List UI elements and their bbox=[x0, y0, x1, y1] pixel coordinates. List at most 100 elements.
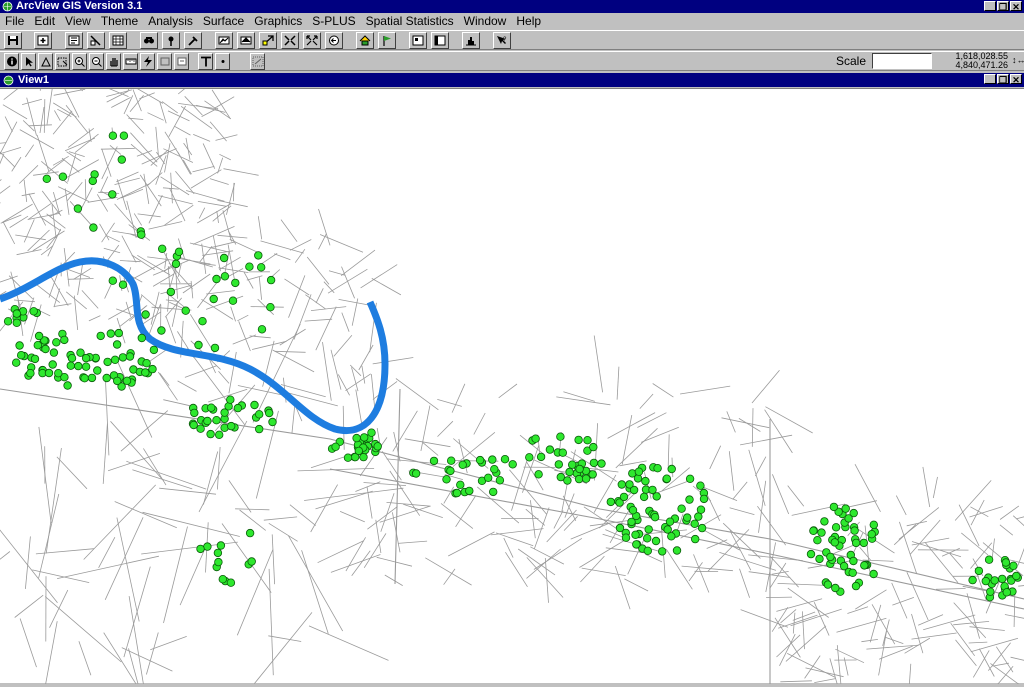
pan-tool[interactable] bbox=[106, 53, 121, 70]
area-of-interest-tool[interactable] bbox=[157, 53, 172, 70]
zoom-in-button[interactable] bbox=[281, 32, 299, 49]
close-button[interactable]: ✕ bbox=[1010, 1, 1022, 11]
menu-window[interactable]: Window bbox=[459, 13, 512, 30]
histogram-button[interactable] bbox=[462, 32, 480, 49]
road-segment bbox=[175, 171, 194, 194]
label-tool[interactable] bbox=[174, 53, 189, 70]
feature-point bbox=[16, 342, 24, 350]
map-canvas[interactable] bbox=[0, 88, 1024, 683]
feature-point bbox=[564, 477, 572, 485]
menu-help[interactable]: Help bbox=[511, 13, 546, 30]
zoom-previous-button[interactable] bbox=[325, 32, 343, 49]
road-segment bbox=[289, 536, 343, 631]
zoom-in-tool[interactable] bbox=[72, 53, 87, 70]
feature-point bbox=[221, 273, 229, 281]
road-segment bbox=[75, 134, 99, 153]
open-table-button[interactable] bbox=[109, 32, 127, 49]
road-segment bbox=[193, 134, 210, 141]
feature-point bbox=[213, 275, 221, 283]
road-segment bbox=[48, 229, 61, 256]
layout-button[interactable] bbox=[409, 32, 427, 49]
feature-point bbox=[443, 476, 451, 484]
zoom-out-tool[interactable] bbox=[89, 53, 104, 70]
add-theme-button[interactable] bbox=[34, 32, 52, 49]
text-tool[interactable] bbox=[198, 53, 213, 70]
zoom-full-extent-button[interactable] bbox=[215, 32, 233, 49]
save-button[interactable] bbox=[4, 32, 22, 49]
identify-tool[interactable] bbox=[4, 53, 19, 70]
chart-window-button[interactable] bbox=[431, 32, 449, 49]
edit-legend-button[interactable] bbox=[87, 32, 105, 49]
map-svg[interactable] bbox=[0, 89, 1024, 684]
menu-surface[interactable]: Surface bbox=[198, 13, 249, 30]
zoom-to-selected-button[interactable] bbox=[259, 32, 277, 49]
vertex-edit-tool[interactable] bbox=[38, 53, 53, 70]
theme-properties-button[interactable] bbox=[65, 32, 83, 49]
pointer-tool[interactable] bbox=[21, 53, 36, 70]
scale-input[interactable] bbox=[872, 53, 932, 69]
menu-s-plus[interactable]: S-PLUS bbox=[307, 13, 360, 30]
road-segment bbox=[710, 446, 721, 469]
help-button[interactable]: ? bbox=[493, 32, 511, 49]
view-globe-icon bbox=[3, 75, 14, 86]
feature-point bbox=[107, 330, 115, 338]
road-segment bbox=[147, 257, 174, 261]
feature-point bbox=[217, 542, 225, 550]
measure-tool[interactable] bbox=[123, 53, 138, 70]
feature-point bbox=[118, 156, 126, 164]
road-segment bbox=[29, 194, 46, 226]
road-segment bbox=[161, 177, 190, 195]
zoom-out-button[interactable] bbox=[303, 32, 321, 49]
road-segment bbox=[163, 400, 194, 407]
menu-view[interactable]: View bbox=[60, 13, 96, 30]
menu-theme[interactable]: Theme bbox=[96, 13, 143, 30]
road-segment bbox=[331, 555, 381, 573]
feature-point bbox=[172, 260, 180, 268]
feature-point bbox=[221, 409, 229, 417]
query-builder-button[interactable] bbox=[184, 32, 202, 49]
road-segment bbox=[918, 615, 943, 626]
feature-point bbox=[700, 495, 708, 503]
road-segment bbox=[247, 276, 263, 280]
menu-spatial-statistics[interactable]: Spatial Statistics bbox=[361, 13, 459, 30]
road-segment bbox=[210, 179, 229, 185]
menu-graphics[interactable]: Graphics bbox=[249, 13, 307, 30]
snap-tool[interactable] bbox=[250, 53, 265, 70]
road-segment bbox=[57, 457, 87, 489]
feature-point bbox=[1013, 572, 1021, 580]
road-segment bbox=[640, 394, 653, 409]
feature-point bbox=[412, 470, 420, 478]
feature-point bbox=[167, 288, 175, 296]
find-button[interactable] bbox=[140, 32, 158, 49]
restore-button[interactable]: ❐ bbox=[997, 1, 1009, 11]
feature-point bbox=[64, 382, 72, 390]
zoom-to-themes-button[interactable] bbox=[237, 32, 255, 49]
highway bbox=[330, 469, 1024, 609]
locate-address-button[interactable] bbox=[162, 32, 180, 49]
road-segment bbox=[274, 254, 290, 260]
road-segment bbox=[302, 550, 329, 634]
road-segment bbox=[837, 618, 887, 632]
feature-point bbox=[215, 431, 223, 439]
select-by-theme-button[interactable] bbox=[356, 32, 374, 49]
draw-point-tool[interactable] bbox=[215, 53, 230, 70]
select-feature-tool[interactable] bbox=[55, 53, 70, 70]
hotlink-tool[interactable] bbox=[140, 53, 155, 70]
menu-file[interactable]: File bbox=[0, 13, 29, 30]
feature-point bbox=[842, 505, 850, 513]
view-minimize-button[interactable]: _ bbox=[984, 74, 996, 84]
road-segment bbox=[290, 240, 311, 251]
feature-point bbox=[633, 541, 641, 549]
view-restore-button[interactable]: ❐ bbox=[997, 74, 1009, 84]
road-segment bbox=[331, 350, 341, 390]
feature-point bbox=[113, 341, 121, 349]
road-segment bbox=[759, 481, 766, 533]
clear-selection-button[interactable] bbox=[378, 32, 396, 49]
road-segment bbox=[896, 496, 906, 515]
road-segment bbox=[791, 609, 842, 626]
road-segment bbox=[372, 278, 401, 295]
view-close-button[interactable]: ✕ bbox=[1010, 74, 1022, 84]
menu-analysis[interactable]: Analysis bbox=[143, 13, 198, 30]
menu-edit[interactable]: Edit bbox=[29, 13, 60, 30]
minimize-button[interactable]: _ bbox=[984, 1, 996, 11]
